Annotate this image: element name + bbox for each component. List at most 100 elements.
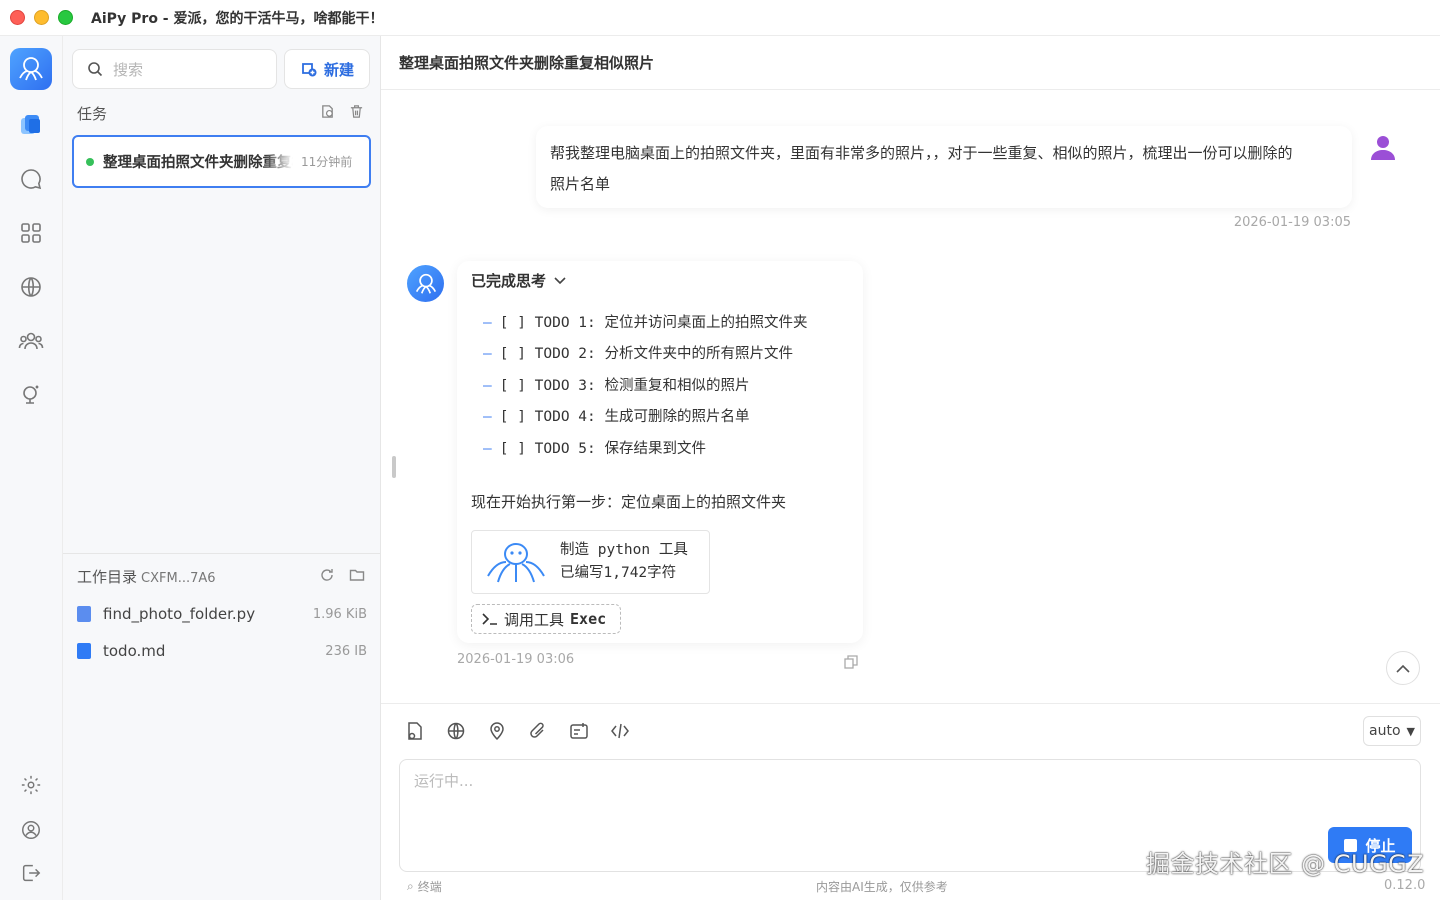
search-icon — [88, 62, 103, 77]
account-icon[interactable] — [16, 815, 46, 845]
task-item[interactable]: 整理桌面拍照文件夹删除重复相似照片 11分钟前 — [72, 135, 371, 188]
tasks-header-actions — [320, 104, 364, 119]
octopus-icon — [19, 57, 43, 81]
python-file-icon — [77, 606, 91, 622]
exec-tool-button[interactable]: 调用工具 Exec — [471, 604, 621, 634]
markdown-file-icon — [77, 643, 91, 659]
task-title: 整理桌面拍照文件夹删除重复相似照片 — [103, 155, 293, 171]
todo-text: [ ] TODO 2: 分析文件夹中的所有照片文件 — [499, 346, 793, 362]
file-item[interactable]: find_photo_folder.py 1.96 KiB — [77, 603, 367, 625]
trash-icon[interactable] — [349, 104, 364, 119]
exec-label: 调用工具 — [504, 610, 565, 629]
search-input[interactable]: 搜索 — [72, 49, 277, 89]
model-select[interactable]: auto ▼ — [1363, 716, 1421, 746]
todo-item: –[ ] TODO 1: 定位并访问桌面上的拍照文件夹 — [483, 315, 808, 331]
todo-text: [ ] TODO 5: 保存结果到文件 — [499, 441, 706, 457]
terminal-toggle[interactable]: ⌕ 终端 — [407, 878, 442, 895]
file-name: todo.md — [103, 642, 166, 660]
todo-text: [ ] TODO 3: 检测重复和相似的照片 — [499, 378, 750, 394]
user-avatar-icon — [1371, 136, 1395, 160]
model-value: auto — [1369, 723, 1401, 739]
file-item[interactable]: todo.md 236 IB — [77, 640, 367, 662]
nav-rail — [0, 36, 63, 900]
file-upload-icon[interactable] — [405, 719, 425, 743]
folder-icon[interactable] — [349, 567, 365, 583]
workdir-label: 工作目录 — [77, 568, 138, 586]
window-title: AiPy Pro - 爱派，您的干活牛马，啥都能干！ — [91, 10, 384, 27]
location-icon[interactable] — [487, 719, 507, 743]
code-icon[interactable] — [610, 719, 630, 743]
refresh-icon[interactable] — [319, 567, 335, 583]
close-window-button[interactable] — [10, 10, 25, 25]
tasks-header: 任务 — [77, 105, 108, 123]
composer-toolbar — [405, 719, 630, 743]
scroll-to-top-button[interactable] — [1386, 651, 1420, 685]
web-nav-icon[interactable] — [16, 272, 46, 302]
chat-nav-icon[interactable] — [16, 164, 46, 194]
ai-disclaimer: 内容由AI生成，仅供参考 — [816, 880, 948, 894]
user-message-line: 帮我整理电脑桌面上的拍照文件夹，里面有非常多的照片，，对于一些重复、相似的照片，… — [550, 144, 1293, 162]
new-task-button[interactable]: 新建 — [284, 49, 370, 89]
team-nav-icon[interactable] — [16, 326, 46, 356]
agent-nav-icon[interactable] — [16, 380, 46, 410]
todo-item: –[ ] TODO 4: 生成可删除的照片名单 — [483, 409, 750, 425]
user-message-timestamp: 2026-01-19 03:05 — [1233, 215, 1351, 230]
todo-item: –[ ] TODO 2: 分析文件夹中的所有照片文件 — [483, 346, 793, 362]
todo-text: [ ] TODO 1: 定位并访问桌面上的拍照文件夹 — [499, 315, 808, 331]
window-controls — [10, 10, 73, 25]
thinking-toggle[interactable]: 已完成思考 — [471, 270, 566, 291]
resize-handle[interactable] — [392, 456, 396, 478]
task-time: 11分钟前 — [301, 155, 353, 169]
copy-icon[interactable] — [843, 654, 859, 670]
chevron-down-icon — [554, 276, 566, 284]
file-name: find_photo_folder.py — [103, 605, 256, 623]
web-search-icon[interactable] — [446, 719, 466, 743]
octopus-icon — [415, 273, 436, 294]
task-sidebar: 搜索 新建 任务 整理桌面拍照文件夹删除重复相似照片 11分钟前 工作目录CXF… — [63, 36, 381, 900]
media-icon[interactable] — [569, 719, 589, 743]
user-message: 帮我整理电脑桌面上的拍照文件夹，里面有非常多的照片，，对于一些重复、相似的照片，… — [536, 126, 1352, 208]
user-message-line: 照片名单 — [550, 175, 611, 193]
message-input-placeholder: 运行中... — [414, 772, 474, 790]
attachment-icon[interactable] — [528, 719, 548, 743]
octopus-icon — [487, 543, 545, 583]
assistant-avatar — [407, 265, 444, 302]
assistant-message: 已完成思考 –[ ] TODO 1: 定位并访问桌面上的拍照文件夹 –[ ] T… — [457, 261, 863, 643]
app-logo[interactable] — [10, 48, 52, 90]
workdir-name: CXFM...7A6 — [141, 571, 216, 586]
workdir-actions — [319, 567, 365, 583]
dropdown-caret-icon: ▼ — [1406, 724, 1415, 738]
apps-nav-icon[interactable] — [16, 218, 46, 248]
terminal-icon: ⌕ — [407, 879, 414, 893]
exec-name: Exec — [570, 610, 607, 628]
todo-text: [ ] TODO 4: 生成可删除的照片名单 — [499, 409, 750, 425]
todo-item: –[ ] TODO 5: 保存结果到文件 — [483, 441, 706, 457]
settings-icon[interactable] — [16, 770, 46, 800]
tool-status: 已编写1,742字符 — [560, 565, 677, 581]
file-size: 1.96 KiB — [312, 606, 367, 622]
tool-card[interactable]: 制造 python 工具 已编写1,742字符 — [471, 530, 710, 594]
composer-divider — [381, 703, 1440, 704]
tasks-nav-icon[interactable] — [16, 110, 46, 140]
watermark: 掘金技术社区 @ CUGGZ — [1146, 850, 1425, 878]
logout-icon[interactable] — [16, 858, 46, 888]
chat-title: 整理桌面拍照文件夹删除重复相似照片 — [381, 36, 1440, 90]
title-bar: AiPy Pro - 爱派，您的干活牛马，啥都能干！ — [0, 0, 1440, 36]
chevron-up-icon — [1396, 664, 1410, 673]
tool-title: 制造 python 工具 — [560, 542, 688, 558]
todo-item: –[ ] TODO 3: 检测重复和相似的照片 — [483, 378, 750, 394]
new-task-label: 新建 — [323, 60, 354, 79]
step-text: 现在开始执行第一步：定位桌面上的拍照文件夹 — [471, 493, 787, 511]
workdir-header: 工作目录 CXFM...7A6 — [77, 566, 216, 587]
terminal-label: 终端 — [417, 880, 442, 894]
assistant-message-timestamp: 2026-01-19 03:06 — [457, 652, 575, 667]
minimize-window-button[interactable] — [34, 10, 49, 25]
terminal-icon — [482, 613, 497, 625]
search-placeholder: 搜索 — [113, 60, 144, 79]
maximize-window-button[interactable] — [58, 10, 73, 25]
app-version: 0.12.0 — [1384, 878, 1426, 893]
file-size: 236 IB — [325, 643, 367, 659]
workdir-panel: 工作目录 CXFM...7A6 find_photo_folder.py 1.96… — [63, 553, 381, 900]
thinking-label: 已完成思考 — [471, 272, 547, 290]
export-icon[interactable] — [320, 104, 335, 119]
